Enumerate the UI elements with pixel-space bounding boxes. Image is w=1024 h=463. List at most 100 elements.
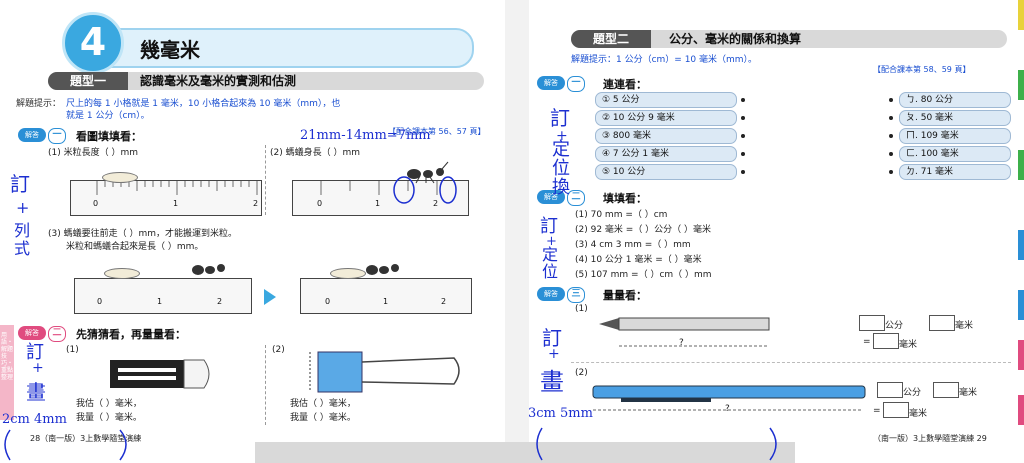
answer-box[interactable] [929, 315, 955, 331]
answer-box[interactable] [933, 382, 959, 398]
match-dot[interactable] [741, 170, 745, 174]
fill-question: (2) 92 毫米 =（ ）公分（ ）毫米 [575, 225, 712, 235]
edge-tab [1018, 150, 1024, 180]
match-left-item[interactable]: ⑤ 10 公分 [595, 164, 737, 180]
divider [265, 145, 266, 215]
handwritten-bracket [536, 427, 777, 461]
edge-tab [1018, 230, 1024, 260]
match-right-item[interactable]: ㄆ. 50 毫米 [899, 110, 1011, 126]
match-dot[interactable] [741, 152, 745, 156]
unit-label: 毫米 [955, 321, 974, 331]
match-right-item[interactable]: ㄅ. 80 公分 [899, 92, 1011, 108]
divider [571, 362, 1011, 363]
pencil-image [599, 317, 770, 347]
page-gutter [505, 0, 529, 463]
match-left-item[interactable]: ② 10 公分 9 毫米 [595, 110, 737, 126]
answer-tag[interactable]: 解答 [18, 128, 46, 142]
section-title: 先猜猜看，再量量看： [76, 328, 186, 341]
equals-sign: = [873, 406, 881, 416]
question-1: (1) 米粒長度（ ）mm [48, 148, 139, 158]
ruler-tick-label: 2 [441, 297, 447, 306]
answer-tag[interactable]: 解答 [537, 76, 565, 90]
hint-text-2: 就是 1 公分（cm）。 [66, 111, 150, 121]
answer-box[interactable] [859, 315, 885, 331]
ruler-tick-label: 1 [383, 297, 389, 306]
fill-question: (3) 4 cm 3 mm =（ ）mm [575, 240, 691, 250]
section-title: 連連看： [603, 78, 647, 91]
ruler-tick-label: 0 [325, 297, 331, 306]
side-tab-text: 用語・解題技巧・重點整理 [1, 332, 14, 381]
match-right-item[interactable]: ㄉ. 71 毫米 [899, 164, 1011, 180]
match-dot[interactable] [741, 98, 745, 102]
match-left-item[interactable]: ④ 7 公分 1 毫米 [595, 146, 737, 162]
pen-image [592, 385, 866, 411]
answer-box[interactable] [873, 333, 899, 349]
handwritten-note: 定位換 [552, 139, 570, 198]
section-number: 三 [567, 287, 585, 303]
section-number: 一 [567, 76, 585, 92]
edge-tab [1018, 395, 1024, 425]
ant-image [192, 264, 225, 275]
ruler-tick-label: 1 [157, 297, 163, 306]
unit-label: 公分 [903, 388, 922, 398]
equals-sign: = [863, 337, 871, 347]
handwritten-note: + [32, 360, 44, 376]
handwritten-note: 畫 [26, 380, 46, 404]
match-dot[interactable] [889, 152, 893, 156]
section-title: 量量看： [603, 289, 647, 302]
handwritten-note: 3cm 5mm [528, 406, 593, 421]
fill-question: (4) 10 公分 1 毫米 =（ ）毫米 [575, 255, 702, 265]
answer-box[interactable] [883, 402, 909, 418]
match-left-item[interactable]: ③ 800 毫米 [595, 128, 737, 144]
match-dot[interactable] [889, 116, 893, 120]
match-dot[interactable] [889, 134, 893, 138]
measure-line: 我量（ ）毫米。 [76, 413, 142, 423]
unit-label: 毫米 [909, 409, 928, 419]
arrow-right-icon [264, 289, 276, 305]
answer-tag[interactable]: 解答 [537, 287, 565, 301]
type-tag: 題型二 [571, 30, 651, 48]
length-question-mark: ? [679, 338, 684, 348]
ruler: 0 1 2 [300, 278, 472, 314]
section-number: 一 [48, 128, 66, 144]
right-page: 題型二 公分、毫米的關係和換算 解題提示：1 公分（cm）= 10 毫米（mm）… [529, 0, 1024, 463]
unit-label: 毫米 [899, 340, 918, 350]
type-title: 公分、毫米的關係和換算 [669, 32, 802, 46]
sub-question-2: (2) [272, 345, 285, 355]
match-dot[interactable] [741, 116, 745, 120]
question-3-line-1: (3) 螞蟻要往前走（ ）mm，才能搬運到米粒。 [48, 229, 238, 239]
binder-clip-image [309, 351, 460, 393]
ruler-tick-label: 0 [97, 297, 103, 306]
unit-label: 公分 [885, 321, 904, 331]
chapter-header-bar [70, 28, 474, 68]
chapter-title: 幾毫米 [140, 38, 200, 62]
edge-tab [1018, 290, 1024, 320]
match-dot[interactable] [889, 170, 893, 174]
ruler: 0 1 2 [70, 180, 262, 216]
hint-text: 解題提示：1 公分（cm）= 10 毫米（mm）。 [571, 55, 758, 65]
match-right-item[interactable]: ㄈ. 100 毫米 [899, 146, 1011, 162]
ruler-tick-label: 1 [375, 199, 381, 208]
section-title: 看圖填填看： [76, 130, 142, 143]
measure-line: 我量（ ）毫米。 [290, 413, 356, 423]
match-right-item[interactable]: ㄇ. 109 毫米 [899, 128, 1011, 144]
handwritten-circle [393, 176, 457, 204]
question-3-line-2: 米粒和螞蟻合起來是長（ ）mm。 [66, 242, 204, 252]
chapter-number: 4 [62, 12, 124, 74]
answer-box[interactable] [877, 382, 903, 398]
type-tag: 題型一 [48, 72, 128, 90]
eraser-image [110, 359, 210, 389]
ruler-tick-label: 2 [217, 297, 223, 306]
match-dot[interactable] [889, 98, 893, 102]
ruler: 0 1 2 [74, 278, 252, 314]
handwritten-note: 2cm 4mm [2, 412, 67, 427]
handwritten-note: 訂 [10, 172, 30, 196]
section-number: 二 [48, 326, 66, 342]
match-dot[interactable] [741, 134, 745, 138]
page-reference: 【配合課本第 58、59 頁】 [873, 65, 971, 74]
rice-grain-image [104, 268, 140, 279]
ant-image [366, 264, 399, 275]
handwritten-note: + [16, 198, 30, 217]
match-left-item[interactable]: ① 5 公分 [595, 92, 737, 108]
handwritten-note: + [548, 346, 560, 362]
